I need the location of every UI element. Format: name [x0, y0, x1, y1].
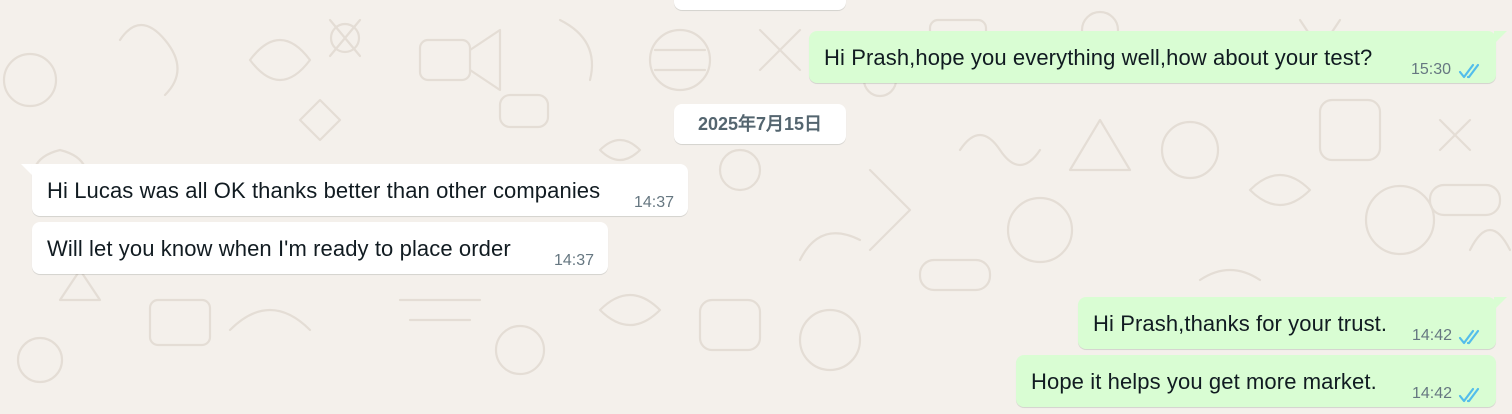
message-time: 14:37: [554, 252, 595, 269]
chat-background: Hi Prash,hope you everything well,how ab…: [0, 0, 1512, 414]
message-text: Will let you know when I'm ready to plac…: [47, 236, 511, 261]
message-time: 14:37: [634, 194, 675, 211]
message-bubble-outgoing[interactable]: Hope it helps you get more market. 14:42: [1016, 355, 1496, 407]
date-separator-partial: [674, 0, 846, 10]
read-ticks-icon: [1458, 329, 1480, 345]
message-bubble-outgoing[interactable]: Hi Prash,hope you everything well,how ab…: [809, 31, 1496, 83]
message-time: 14:42: [1412, 385, 1453, 402]
bubble-tail-outgoing: [1494, 31, 1507, 44]
message-text: Hi Prash,thanks for your trust.: [1093, 311, 1388, 336]
message-time: 15:30: [1411, 61, 1452, 78]
message-time: 14:42: [1412, 327, 1453, 344]
bubble-tail-outgoing: [1494, 297, 1507, 310]
message-bubble-incoming[interactable]: Will let you know when I'm ready to plac…: [32, 222, 608, 274]
date-separator: 2025年7月15日: [674, 104, 846, 144]
message-text: Hi Prash,hope you everything well,how ab…: [824, 45, 1373, 70]
read-ticks-icon: [1458, 387, 1480, 403]
message-bubble-outgoing[interactable]: Hi Prash,thanks for your trust. 14:42: [1078, 297, 1496, 349]
read-ticks-icon: [1458, 63, 1480, 79]
message-text: Hi Lucas was all OK thanks better than o…: [47, 178, 601, 203]
message-bubble-incoming[interactable]: Hi Lucas was all OK thanks better than o…: [32, 164, 688, 216]
message-text: Hope it helps you get more market.: [1031, 369, 1377, 394]
